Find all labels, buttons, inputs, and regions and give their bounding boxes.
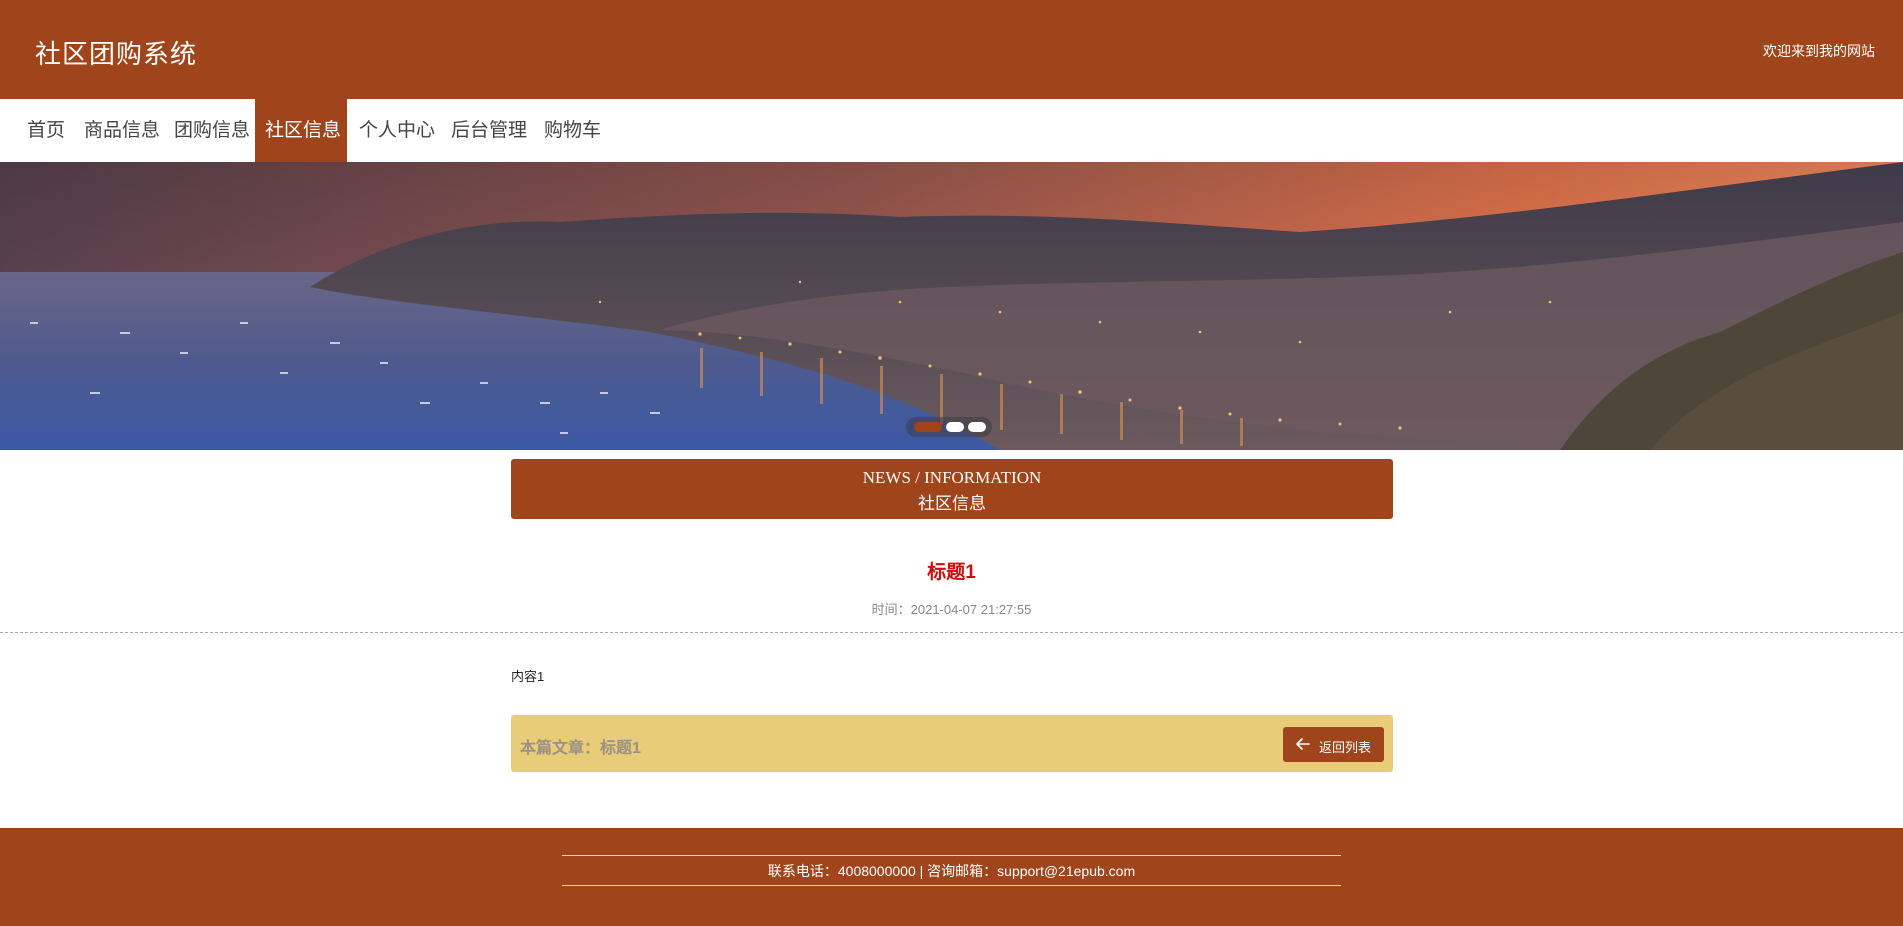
arrow-left-icon [1296, 738, 1310, 750]
site-header: 社区团购系统 欢迎来到我的网站 [0, 0, 1903, 99]
banner-image [0, 162, 1903, 450]
article-time: 时间：2021-04-07 21:27:55 [871, 602, 1032, 617]
welcome-text: 欢迎来到我的网站 [1763, 43, 1875, 59]
nav-item-group-buy[interactable]: 团购信息 [174, 99, 250, 162]
divider [0, 632, 1903, 633]
footer-divider-bottom [562, 885, 1341, 886]
nav-item-personal-center[interactable]: 个人中心 [359, 99, 435, 162]
article-nav-bar: 本篇文章：标题1 返回列表 [511, 715, 1393, 772]
article-content: 内容1 [511, 669, 545, 684]
nav-item-community[interactable]: 社区信息 [255, 99, 347, 162]
current-article-label: 本篇文章：标题1 [520, 740, 641, 757]
main-nav: 首页 商品信息 团购信息 社区信息 个人中心 后台管理 购物车 [0, 99, 1903, 162]
carousel-dot-2[interactable] [946, 422, 964, 432]
section-heading: NEWS / INFORMATION 社区信息 [511, 459, 1393, 519]
nav-item-cart[interactable]: 购物车 [544, 99, 601, 162]
carousel-dot-3[interactable] [968, 422, 986, 432]
banner-carousel[interactable] [0, 162, 1903, 450]
footer-contact: 联系电话：4008000000 | 咨询邮箱：support@21epub.co… [767, 863, 1136, 879]
back-to-list-button[interactable]: 返回列表 [1283, 727, 1384, 762]
footer-divider-top [562, 855, 1341, 856]
section-title-cn: 社区信息 [918, 494, 986, 513]
nav-item-admin[interactable]: 后台管理 [451, 99, 527, 162]
back-to-list-label: 返回列表 [1319, 740, 1372, 755]
site-footer: 联系电话：4008000000 | 咨询邮箱：support@21epub.co… [0, 828, 1903, 926]
carousel-dot-1[interactable] [914, 422, 942, 432]
site-title[interactable]: 社区团购系统 [35, 34, 197, 71]
carousel-indicators [906, 417, 992, 437]
nav-item-home[interactable]: 首页 [27, 99, 65, 162]
article-title: 标题1 [927, 562, 976, 583]
section-title-en: NEWS / INFORMATION [862, 468, 1042, 487]
nav-item-products[interactable]: 商品信息 [84, 99, 160, 162]
